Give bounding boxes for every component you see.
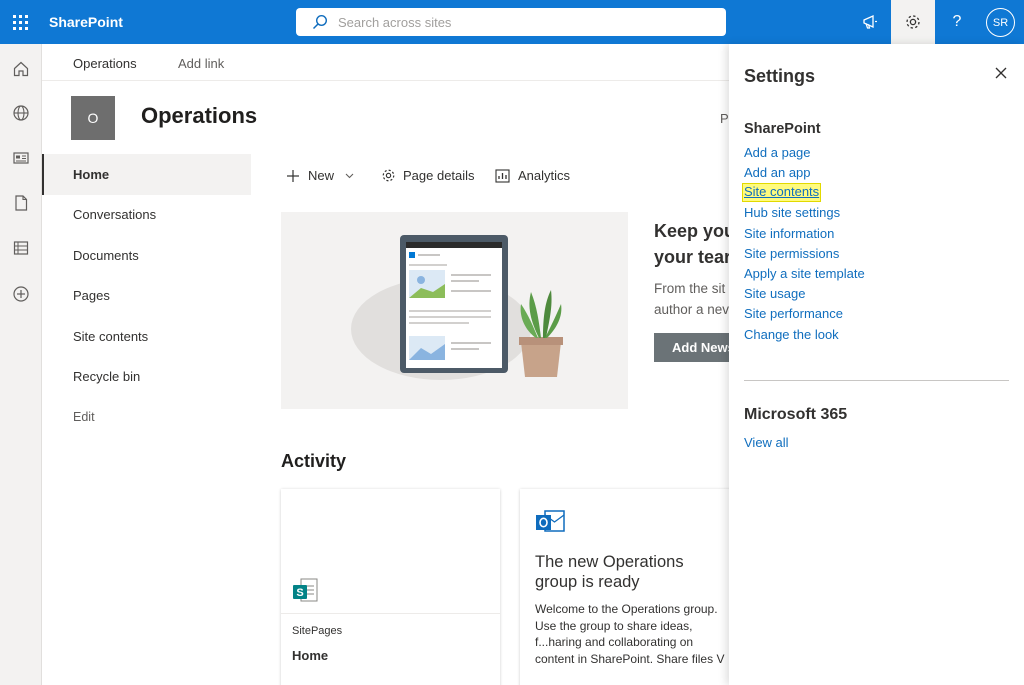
plus-icon	[287, 169, 299, 182]
news-icon[interactable]	[11, 148, 31, 168]
avatar[interactable]: SR	[986, 8, 1015, 37]
link-add-a-page[interactable]: Add a page	[744, 143, 865, 163]
activity-card-home[interactable]: S SitePages Home	[281, 489, 500, 685]
new-button-label: New	[308, 168, 335, 183]
suite-bar: SharePoint ? SR	[0, 0, 1024, 44]
globe-icon[interactable]	[11, 103, 31, 123]
search-input[interactable]	[338, 14, 698, 30]
link-change-the-look[interactable]: Change the look	[744, 325, 865, 345]
hero-body: From the sit author a nev	[654, 281, 730, 317]
hub-navigation: Operations Add link	[42, 44, 732, 81]
search-box[interactable]	[296, 8, 726, 36]
sharepoint-section-heading: SharePoint	[744, 121, 821, 137]
svg-text:S: S	[296, 587, 303, 599]
document-icon[interactable]	[11, 193, 31, 213]
panel-divider	[744, 380, 1009, 381]
panel-title: Settings	[744, 66, 816, 86]
help-icon[interactable]: ?	[935, 0, 979, 44]
analytics-icon	[495, 168, 510, 183]
card-title: Home	[292, 648, 329, 663]
settings-panel: Settings SharePoint Add a page Add an ap…	[729, 44, 1024, 685]
link-site-contents[interactable]: Site contents	[742, 183, 822, 203]
sharepoint-page-icon: S	[293, 578, 318, 602]
app-bar	[0, 44, 42, 685]
link-site-usage[interactable]: Site usage	[744, 284, 865, 304]
nav-item-site-contents[interactable]: Site contents	[42, 316, 251, 357]
megaphone-icon[interactable]	[848, 0, 892, 44]
card-divider	[281, 613, 500, 614]
nav-item-conversations[interactable]: Conversations	[42, 195, 251, 236]
activity-card-group-ready[interactable]: The new Operations group is ready Welcom…	[520, 489, 732, 685]
settings-gear-icon[interactable]	[891, 0, 935, 44]
card-title: The new Operations group is ready	[535, 553, 684, 591]
link-add-an-app[interactable]: Add an app	[744, 163, 865, 183]
new-button[interactable]: New	[286, 168, 354, 183]
hero-heading: Keep you your tear	[654, 221, 734, 267]
link-apply-site-template[interactable]: Apply a site template	[744, 264, 865, 284]
app-name[interactable]: SharePoint	[49, 14, 123, 30]
page-details-label: Page details	[403, 168, 475, 183]
nav-edit-link[interactable]: Edit	[42, 397, 251, 438]
search-icon	[312, 14, 328, 30]
gear-icon	[382, 169, 395, 182]
hub-nav-item-operations[interactable]: Operations	[73, 56, 137, 71]
nav-item-documents[interactable]: Documents	[42, 235, 251, 276]
chevron-down-icon	[345, 173, 354, 178]
lists-icon[interactable]	[11, 238, 31, 258]
add-news-button[interactable]: Add News	[654, 333, 734, 362]
create-add-icon[interactable]	[11, 284, 31, 304]
nav-item-home[interactable]: Home	[42, 154, 251, 195]
analytics-label: Analytics	[518, 168, 571, 183]
link-site-performance[interactable]: Site performance	[744, 304, 865, 324]
nav-item-recycle-bin[interactable]: Recycle bin	[42, 357, 251, 398]
site-left-navigation: Home Conversations Documents Pages Site …	[42, 154, 251, 438]
activity-heading: Activity	[281, 451, 347, 471]
site-title[interactable]: Operations	[141, 103, 257, 129]
view-all-link[interactable]: View all	[744, 435, 789, 450]
close-icon[interactable]	[992, 64, 1010, 82]
link-site-permissions[interactable]: Site permissions	[744, 244, 865, 264]
home-icon[interactable]	[11, 59, 31, 79]
outlook-icon	[536, 510, 565, 532]
card-body: Welcome to the Operations group. Use the…	[535, 602, 725, 666]
nav-item-pages[interactable]: Pages	[42, 276, 251, 317]
news-illustration	[281, 212, 628, 409]
app-launcher-icon[interactable]	[0, 0, 40, 44]
m365-section-heading: Microsoft 365	[744, 406, 848, 423]
sharepoint-settings-links: Add a page Add an app Site contents Hub …	[742, 143, 865, 345]
site-logo[interactable]: O	[71, 96, 115, 140]
link-site-information[interactable]: Site information	[744, 224, 865, 244]
page-details-button[interactable]: Page details	[381, 168, 475, 183]
site-header-clipped-text: P	[720, 111, 729, 126]
card-source: SitePages	[292, 625, 343, 637]
analytics-button[interactable]: Analytics	[495, 168, 570, 183]
hub-nav-add-link[interactable]: Add link	[178, 56, 224, 71]
link-hub-site-settings[interactable]: Hub site settings	[744, 203, 865, 223]
